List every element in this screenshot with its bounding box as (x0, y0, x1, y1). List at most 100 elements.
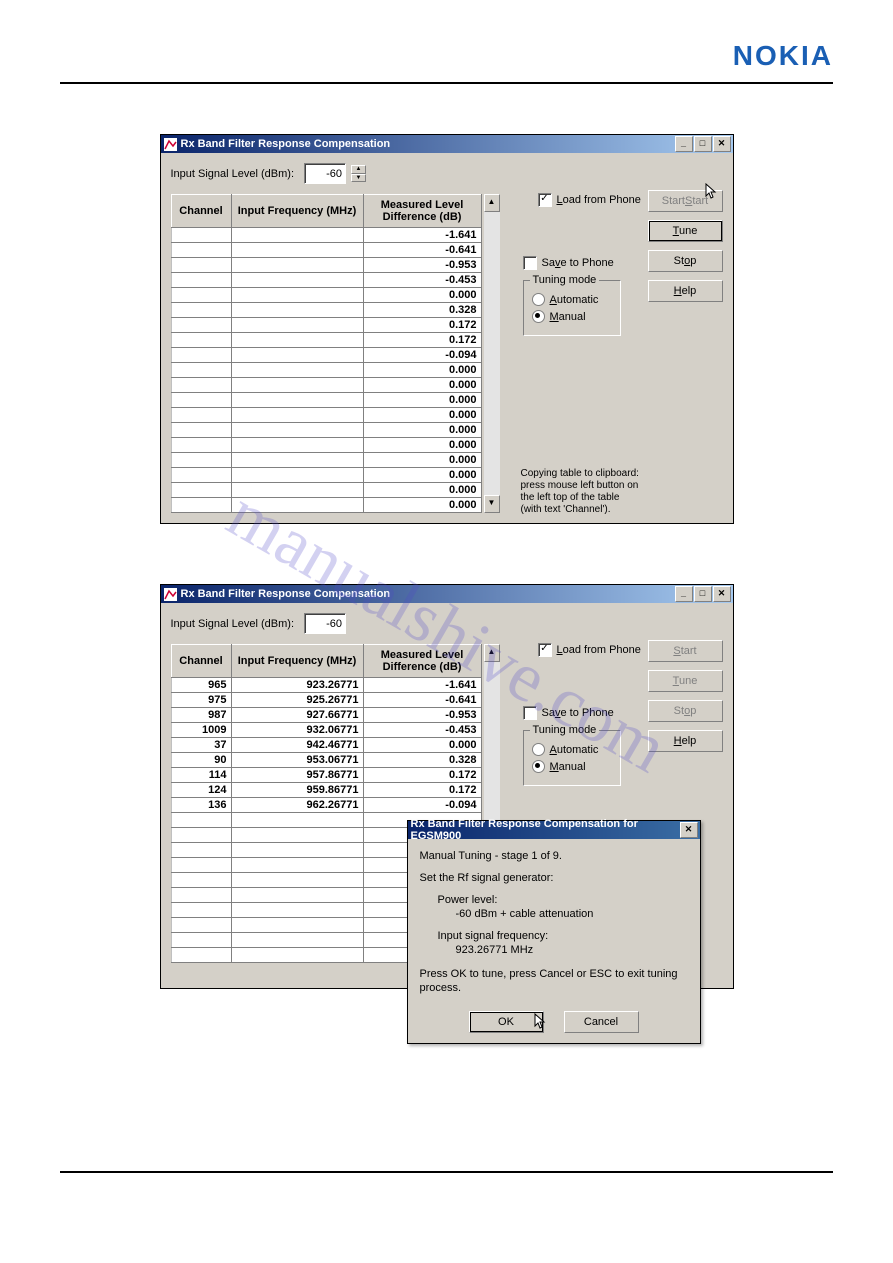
cell-freq[interactable] (231, 303, 363, 318)
modal-titlebar[interactable]: Rx Band Filter Response Compensation for… (408, 821, 700, 839)
cell-freq[interactable] (231, 288, 363, 303)
cell-diff[interactable]: 0.172 (363, 333, 481, 348)
modal-close-button[interactable]: ✕ (680, 822, 698, 838)
cell-freq[interactable]: 942.46771 (231, 738, 363, 753)
cell-freq[interactable] (231, 483, 363, 498)
cell-channel[interactable] (171, 348, 231, 363)
table-row[interactable]: 37942.467710.000 (171, 738, 481, 753)
table-row[interactable]: 90953.067710.328 (171, 753, 481, 768)
cell-freq[interactable] (231, 813, 363, 828)
cell-freq[interactable] (231, 843, 363, 858)
cancel-button[interactable]: Cancel (564, 1011, 639, 1033)
cell-channel[interactable] (171, 933, 231, 948)
spin-up-icon[interactable]: ▲ (351, 165, 366, 174)
cell-diff[interactable]: 0.000 (363, 288, 481, 303)
cell-channel[interactable] (171, 453, 231, 468)
table-row[interactable]: 136962.26771-0.094 (171, 798, 481, 813)
stop-button[interactable]: Stop (648, 700, 723, 722)
cell-channel[interactable] (171, 288, 231, 303)
cell-channel[interactable]: 975 (171, 693, 231, 708)
cell-channel[interactable] (171, 813, 231, 828)
cell-freq[interactable] (231, 228, 363, 243)
cell-channel[interactable] (171, 363, 231, 378)
scrollbar-vertical[interactable]: ▲ ▼ (484, 194, 500, 513)
cell-channel[interactable] (171, 318, 231, 333)
cell-freq[interactable] (231, 918, 363, 933)
cell-diff[interactable]: 0.328 (363, 753, 481, 768)
ok-button[interactable]: OK (469, 1011, 544, 1033)
cell-channel[interactable] (171, 468, 231, 483)
close-button[interactable]: ✕ (713, 586, 731, 602)
cell-diff[interactable]: -0.094 (363, 798, 481, 813)
load-checkbox[interactable]: ✓ (538, 193, 552, 207)
cell-diff[interactable]: 0.000 (363, 453, 481, 468)
close-button[interactable]: ✕ (713, 136, 731, 152)
stop-button[interactable]: Stop (648, 250, 723, 272)
cell-channel[interactable] (171, 828, 231, 843)
table-row[interactable]: 0.000 (171, 453, 481, 468)
cell-diff[interactable]: 0.000 (363, 483, 481, 498)
cell-diff[interactable]: 0.000 (363, 378, 481, 393)
cell-channel[interactable] (171, 843, 231, 858)
cell-channel[interactable] (171, 888, 231, 903)
table-row[interactable]: 0.000 (171, 438, 481, 453)
cell-diff[interactable]: -0.094 (363, 348, 481, 363)
cell-freq[interactable] (231, 828, 363, 843)
cell-channel[interactable]: 1009 (171, 723, 231, 738)
table-row[interactable]: 0.328 (171, 303, 481, 318)
cell-freq[interactable]: 962.26771 (231, 798, 363, 813)
table-row[interactable]: -0.453 (171, 273, 481, 288)
table-row[interactable]: 0.000 (171, 468, 481, 483)
cell-freq[interactable] (231, 273, 363, 288)
maximize-button[interactable]: □ (694, 136, 712, 152)
input-signal-field[interactable] (304, 613, 346, 634)
cell-freq[interactable]: 932.06771 (231, 723, 363, 738)
cell-diff[interactable]: 0.000 (363, 423, 481, 438)
col-frequency[interactable]: Input Frequency (MHz) (231, 195, 363, 228)
cell-freq[interactable] (231, 363, 363, 378)
cell-channel[interactable]: 37 (171, 738, 231, 753)
cell-channel[interactable] (171, 858, 231, 873)
table-row[interactable]: 0.172 (171, 318, 481, 333)
cell-freq[interactable]: 957.86771 (231, 768, 363, 783)
cell-freq[interactable] (231, 393, 363, 408)
cell-channel[interactable]: 136 (171, 798, 231, 813)
minimize-button[interactable]: _ (675, 136, 693, 152)
table-row[interactable]: 965923.26771-1.641 (171, 678, 481, 693)
table-row[interactable]: 0.000 (171, 483, 481, 498)
col-frequency[interactable]: Input Frequency (MHz) (231, 645, 363, 678)
table-row[interactable]: 975925.26771-0.641 (171, 693, 481, 708)
col-channel[interactable]: Channel (171, 195, 231, 228)
cell-channel[interactable] (171, 498, 231, 513)
cell-diff[interactable]: 0.000 (363, 468, 481, 483)
window-titlebar[interactable]: Rx Band Filter Response Compensation _ □… (161, 585, 733, 603)
save-checkbox[interactable] (523, 256, 537, 270)
cell-diff[interactable]: 0.000 (363, 408, 481, 423)
cell-diff[interactable]: -0.453 (363, 723, 481, 738)
cell-channel[interactable] (171, 303, 231, 318)
cell-diff[interactable]: 0.000 (363, 738, 481, 753)
cell-channel[interactable] (171, 918, 231, 933)
cell-freq[interactable]: 927.66771 (231, 708, 363, 723)
table-row[interactable]: 114957.867710.172 (171, 768, 481, 783)
cell-channel[interactable] (171, 948, 231, 963)
cell-diff[interactable]: 0.172 (363, 783, 481, 798)
cell-channel[interactable] (171, 393, 231, 408)
cell-freq[interactable] (231, 873, 363, 888)
scroll-up-icon[interactable]: ▲ (484, 194, 500, 212)
col-diff[interactable]: Measured Level Difference (dB) (363, 645, 481, 678)
cell-channel[interactable] (171, 333, 231, 348)
cell-freq[interactable] (231, 348, 363, 363)
cell-diff[interactable]: -0.641 (363, 693, 481, 708)
cell-channel[interactable] (171, 438, 231, 453)
save-checkbox[interactable] (523, 706, 537, 720)
table-row[interactable]: -0.641 (171, 243, 481, 258)
scroll-down-icon[interactable]: ▼ (484, 495, 500, 513)
cell-diff[interactable]: 0.000 (363, 498, 481, 513)
cell-diff[interactable]: -0.453 (363, 273, 481, 288)
col-diff[interactable]: Measured Level Difference (dB) (363, 195, 481, 228)
table-row[interactable]: 0.000 (171, 423, 481, 438)
cell-channel[interactable] (171, 423, 231, 438)
cell-channel[interactable] (171, 408, 231, 423)
table-row[interactable]: 0.000 (171, 363, 481, 378)
